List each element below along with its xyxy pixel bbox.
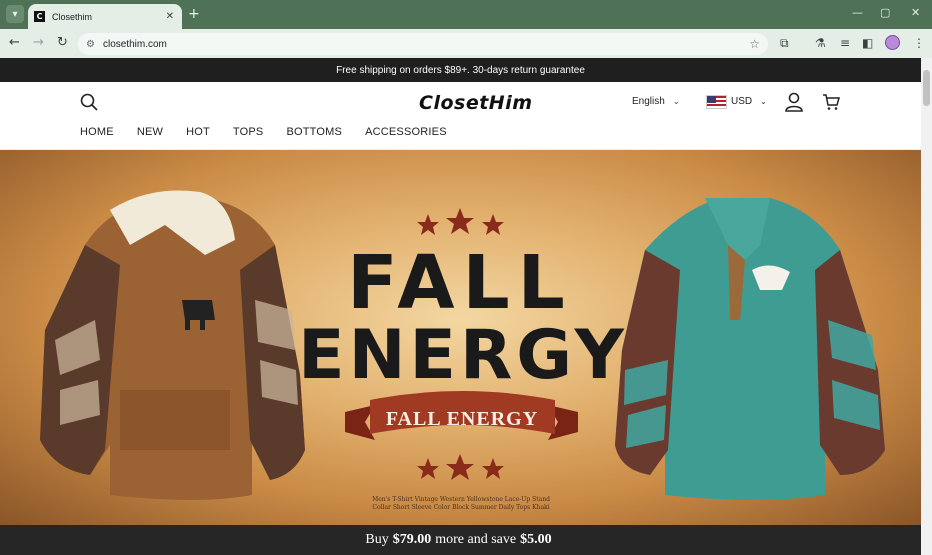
hero-artwork: FALL ENERGY FALL ENERGY <box>40 190 885 500</box>
nav-tops[interactable]: TOPS <box>233 126 264 138</box>
search-icon[interactable] <box>80 93 98 111</box>
site-favicon: C <box>34 11 45 22</box>
side-panel-icon[interactable]: ◧ <box>862 36 873 50</box>
labs-flask-icon[interactable]: ⚗ <box>815 36 826 50</box>
brown-pullover-image <box>40 190 305 500</box>
reload-icon[interactable]: ↻ <box>57 35 68 50</box>
site-info-icon[interactable]: ⚙ <box>86 39 95 50</box>
scrollbar-thumb[interactable] <box>923 70 930 106</box>
promo-middle: more and save <box>435 532 517 547</box>
promo-bar[interactable]: Buy $79.00 more and save $5.00 <box>0 525 921 555</box>
teal-pullover-image <box>615 198 885 500</box>
url-text[interactable]: closethim.com <box>103 39 167 50</box>
ribbon-text: FALL ENERGY <box>386 408 538 430</box>
profile-avatar[interactable] <box>885 35 900 50</box>
language-label: English <box>632 96 665 107</box>
extensions-icon[interactable]: ⧉ <box>780 36 789 51</box>
menu-kebab-icon[interactable]: ⋮ <box>913 36 925 50</box>
nav-hot[interactable]: HOT <box>186 126 210 138</box>
hero-headline-2: ENERGY <box>298 316 628 395</box>
nav-new[interactable]: NEW <box>137 126 163 138</box>
reading-list-icon[interactable]: ≡ <box>840 36 850 50</box>
bookmark-star-icon[interactable]: ☆ <box>749 37 760 51</box>
tab-title: Closethim <box>52 11 93 22</box>
us-flag-icon[interactable] <box>706 95 727 109</box>
browser-titlebar: ▾ C Closethim ✕ + — ▢ ✕ <box>0 0 932 29</box>
product-caption: Men's T-Shirt Vintage Western Yellowston… <box>372 496 550 511</box>
promo-savings: $5.00 <box>520 532 552 547</box>
nav-home[interactable]: HOME <box>80 126 114 138</box>
chevron-down-icon: ⌄ <box>672 97 680 106</box>
currency-label: USD <box>731 96 753 107</box>
minimize-icon[interactable]: — <box>852 6 863 19</box>
hero-headline-1: FALL <box>347 240 573 326</box>
forward-icon[interactable]: → <box>33 35 44 50</box>
currency-selector[interactable]: USD ⌄ <box>731 96 767 107</box>
main-nav: HOME NEW HOT TOPS BOTTOMS ACCESSORIES <box>80 126 470 138</box>
back-icon[interactable]: ← <box>9 35 20 50</box>
new-tab-button[interactable]: + <box>188 6 200 22</box>
chevron-down-icon: ⌄ <box>760 97 767 106</box>
hero-ribbon: FALL ENERGY <box>345 391 578 440</box>
site-logo[interactable]: ClosetHim <box>419 92 533 114</box>
browser-tab[interactable]: C Closethim ✕ <box>28 4 182 29</box>
browser-toolbar: ← → ↻ ⚙ closethim.com ☆ ⧉ ⚗ ≡ ◧ ⋮ <box>0 29 932 58</box>
announcement-bar: Free shipping on orders $89+. 30-days re… <box>0 58 921 82</box>
promo-prefix: Buy <box>365 532 389 547</box>
cart-icon[interactable] <box>822 93 840 111</box>
page-viewport: Free shipping on orders $89+. 30-days re… <box>0 58 921 555</box>
window-close-icon[interactable]: ✕ <box>911 6 920 19</box>
account-icon[interactable] <box>785 92 803 112</box>
site-header: ClosetHim English ⌄ USD ⌄ HOME NEW HOT TOP… <box>0 82 921 150</box>
tab-close-icon[interactable]: ✕ <box>166 11 174 22</box>
hero-banner[interactable]: FALL ENERGY FALL ENERGY Men's T-Shirt Vi… <box>0 150 921 525</box>
nav-accessories[interactable]: ACCESSORIES <box>365 126 447 138</box>
tab-search-icon[interactable]: ▾ <box>6 5 24 23</box>
address-bar[interactable]: ⚙ closethim.com ☆ <box>78 33 768 55</box>
promo-threshold: $79.00 <box>392 532 432 547</box>
language-selector[interactable]: English ⌄ <box>632 96 680 107</box>
maximize-icon[interactable]: ▢ <box>880 6 890 19</box>
nav-bottoms[interactable]: BOTTOMS <box>286 126 342 138</box>
page-scrollbar[interactable] <box>921 58 932 555</box>
